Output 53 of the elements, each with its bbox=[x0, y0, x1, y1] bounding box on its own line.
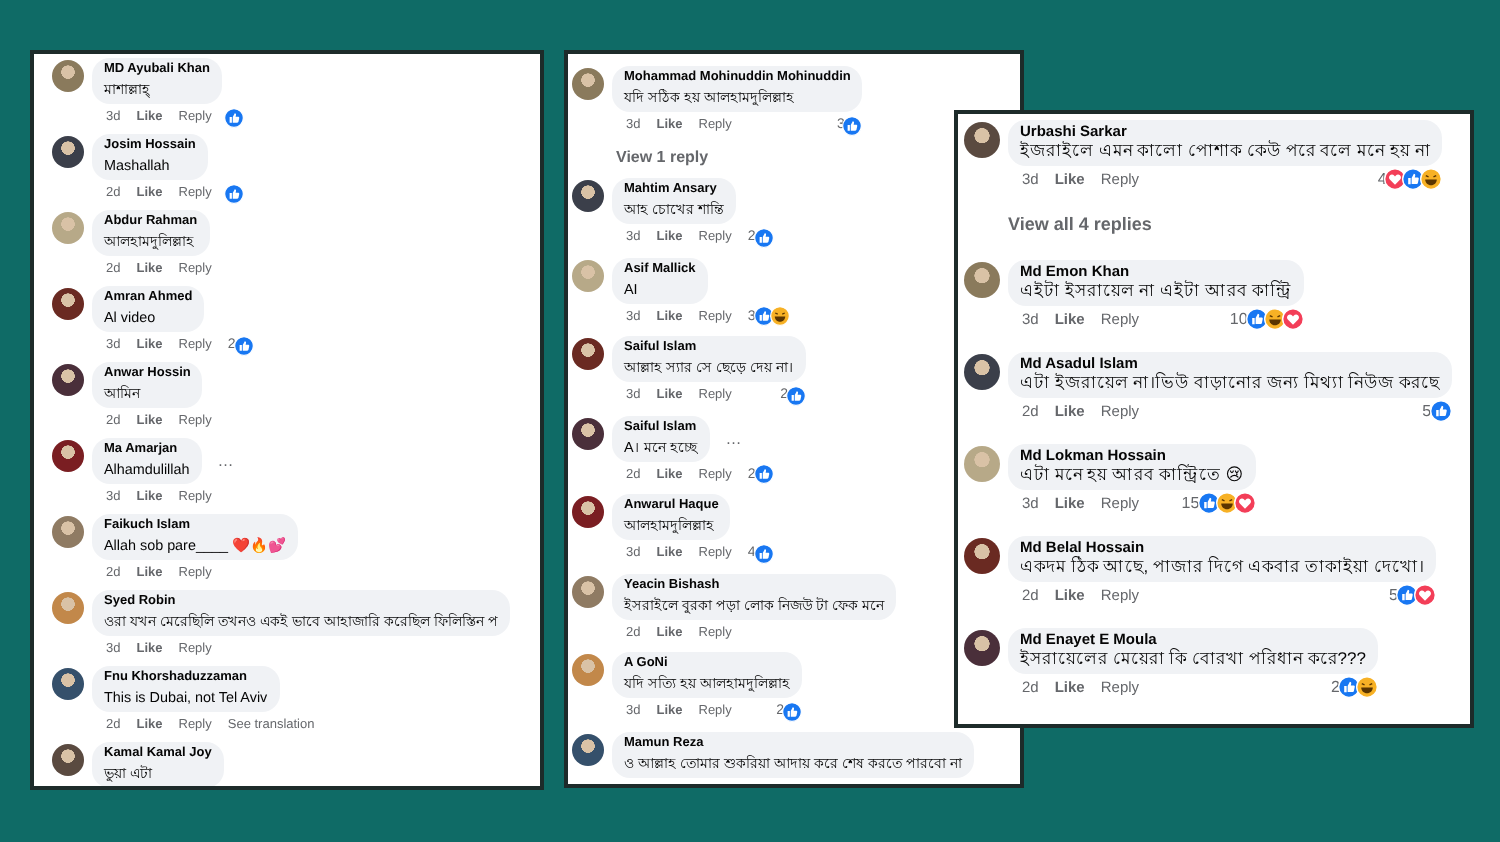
comment-text: ইজরাইলে এমন কালো পোশাক কেউ পরে বলে মনে হয় না bbox=[1020, 140, 1431, 162]
avatar[interactable] bbox=[572, 733, 604, 765]
more-options-icon[interactable]: … bbox=[217, 452, 234, 470]
avatar[interactable] bbox=[964, 354, 1000, 390]
avatar[interactable] bbox=[52, 440, 84, 472]
like-icon bbox=[1402, 168, 1425, 190]
heart-icon bbox=[1233, 492, 1256, 514]
like-icon bbox=[753, 543, 774, 563]
avatar[interactable] bbox=[572, 338, 604, 370]
avatar[interactable] bbox=[52, 288, 84, 320]
laughing-emoji-icon bbox=[1215, 492, 1238, 514]
heart-icon bbox=[1281, 308, 1304, 330]
laughing-emoji-icon bbox=[1420, 168, 1443, 190]
view-replies-link[interactable]: View all 4 replies bbox=[1008, 212, 1152, 238]
reaction-count[interactable]: 10 bbox=[1229, 310, 1248, 328]
avatar[interactable] bbox=[52, 136, 84, 168]
comment-text: এটা মনে হয় আরব কান্ট্রিতে 😢 bbox=[1020, 464, 1244, 486]
heart-icon bbox=[1413, 584, 1436, 606]
avatar[interactable] bbox=[964, 122, 1000, 158]
view-replies-link[interactable]: View 1 reply bbox=[616, 145, 709, 169]
avatar[interactable] bbox=[52, 364, 84, 396]
laughing-emoji-icon bbox=[769, 306, 790, 326]
like-icon bbox=[1245, 308, 1268, 330]
avatar[interactable] bbox=[52, 744, 84, 776]
laughing-emoji-icon bbox=[1263, 308, 1286, 330]
reaction-count[interactable]: 5 bbox=[1422, 402, 1432, 420]
like-icon bbox=[782, 701, 802, 721]
avatar[interactable] bbox=[964, 630, 1000, 666]
like-icon bbox=[223, 107, 244, 127]
avatar[interactable] bbox=[52, 668, 84, 700]
like-icon bbox=[753, 306, 774, 326]
comment-text: এইটা ইসরায়েল না এইটা আরব কান্ট্রি bbox=[1020, 280, 1292, 302]
like-icon bbox=[1197, 492, 1220, 514]
comment-text: এটা ইজরায়েল না।ভিউ বাড়ানোর জন্য মিথ্যা নিউজ করছে bbox=[1020, 372, 1440, 394]
comment-text: ইসরায়েলের মেয়েরা কি বোরখা পরিধান করে??? bbox=[1020, 648, 1366, 670]
like-icon bbox=[786, 385, 806, 405]
avatar[interactable] bbox=[964, 538, 1000, 574]
heart-icon bbox=[1384, 168, 1407, 190]
like-icon bbox=[223, 183, 244, 203]
like-icon bbox=[842, 115, 863, 135]
like-icon bbox=[753, 464, 774, 484]
like-icon bbox=[753, 227, 774, 247]
like-icon bbox=[233, 335, 254, 355]
more-options-icon[interactable]: … bbox=[725, 429, 742, 447]
reaction-count[interactable]: 2 bbox=[1331, 678, 1340, 696]
avatar[interactable] bbox=[572, 417, 604, 449]
reaction-count[interactable]: 15 bbox=[1181, 494, 1200, 512]
laughing-emoji-icon bbox=[1356, 676, 1378, 698]
like-icon bbox=[1429, 400, 1452, 422]
comment-text: একদম ঠিক আছে, পাজার দিগে একবার তাকাইয়া দেখো। bbox=[1020, 556, 1424, 578]
reaction-count[interactable]: 4 bbox=[1377, 170, 1387, 188]
avatar[interactable] bbox=[572, 496, 604, 528]
avatar[interactable] bbox=[572, 180, 604, 212]
